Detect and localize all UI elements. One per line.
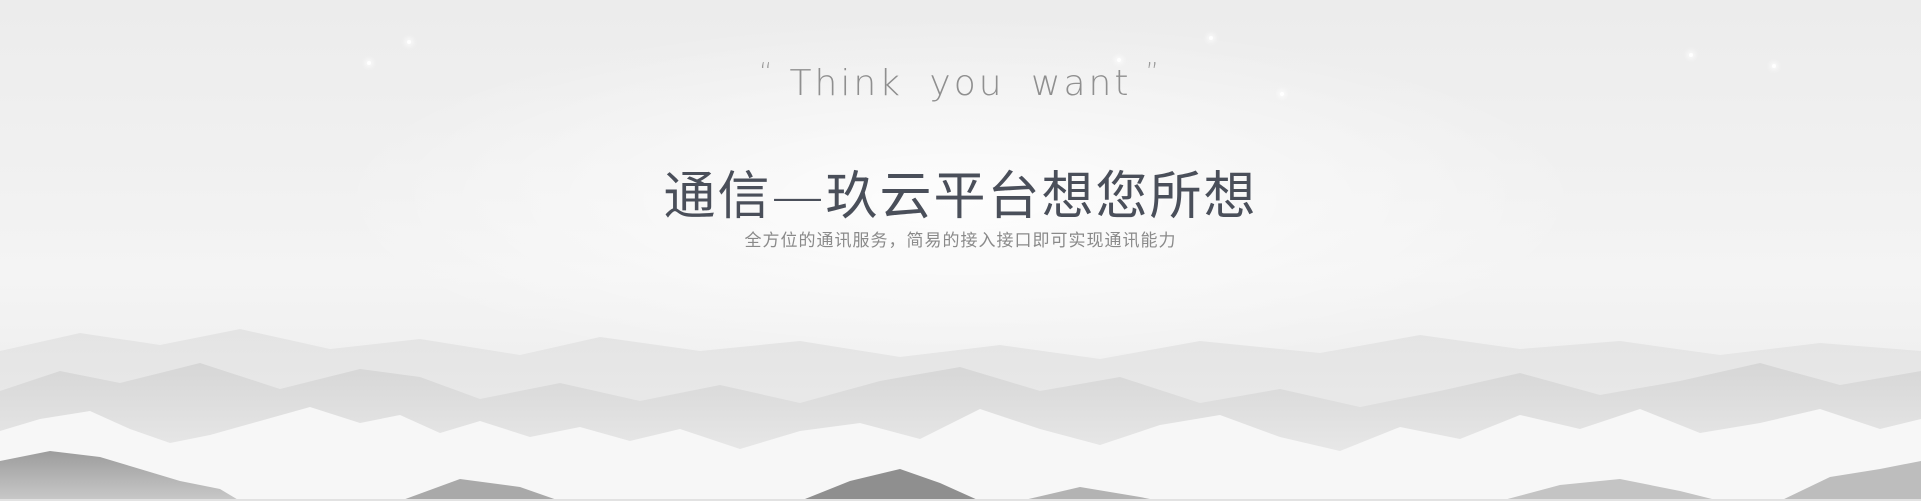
slogan-text: Think you want xyxy=(789,63,1132,104)
headline: 通信—玖云平台想您所想 xyxy=(663,167,1258,227)
star-icon xyxy=(1689,53,1693,57)
close-quote-mark: ” xyxy=(1145,58,1162,88)
slogan: “ Think you want ” xyxy=(0,58,1921,104)
open-quote-mark: “ xyxy=(759,58,776,88)
snowy-mountains-image xyxy=(0,329,1921,501)
star-icon xyxy=(1209,36,1213,40)
hero-banner: “ Think you want ” 通信—玖云平台想您所想 全方位的通讯服务，简易… xyxy=(0,0,1921,501)
subline: 全方位的通讯服务，简易的接入接口即可实现通讯能力 xyxy=(744,231,1177,251)
star-icon xyxy=(407,40,411,44)
